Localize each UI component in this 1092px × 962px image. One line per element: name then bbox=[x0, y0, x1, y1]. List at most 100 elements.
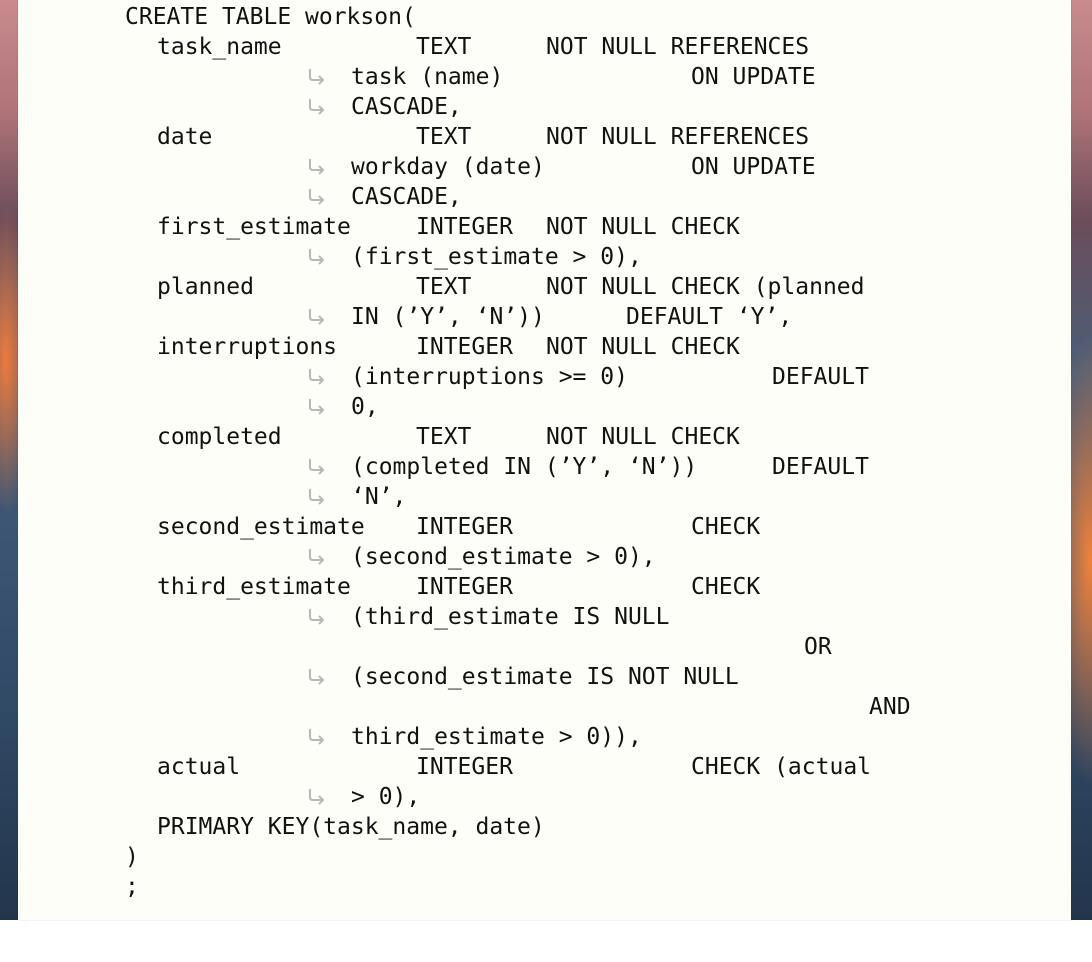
column-type: INTEGER bbox=[416, 754, 513, 780]
wrapped-text: (second_estimate > 0), bbox=[351, 544, 656, 570]
column-type: TEXT bbox=[416, 124, 472, 150]
line-wrap-icon bbox=[306, 396, 328, 418]
code-line: CREATE TABLE workson( bbox=[18, 2, 416, 32]
column-constraint: NOT NULL REFERENCES bbox=[546, 124, 810, 150]
code-line-wrapped: (first_estimate > 0), bbox=[18, 242, 642, 272]
column-name: first_estimate bbox=[157, 214, 351, 240]
closing-paren: ) bbox=[125, 844, 139, 870]
line-wrap-icon bbox=[306, 186, 328, 208]
code-line-wrapped: AND bbox=[18, 692, 911, 722]
column-constraint: NOT NULL CHECK bbox=[546, 424, 740, 450]
code-line-wrapped: CASCADE, bbox=[18, 182, 462, 212]
line-wrap-icon bbox=[306, 546, 328, 568]
code-line-wrapped: (completed IN (’Y’, ‘N’)) DEFAULT bbox=[18, 452, 869, 482]
column-name: second_estimate bbox=[157, 514, 365, 540]
line-wrap-icon bbox=[306, 366, 328, 388]
code-line-wrapped: (second_estimate IS NOT NULL bbox=[18, 662, 739, 692]
column-constraint: CHECK bbox=[691, 574, 761, 600]
line-wrap-icon bbox=[306, 786, 328, 808]
code-line: third_estimate INTEGER CHECK bbox=[18, 572, 760, 602]
primary-key-clause: PRIMARY KEY(task_name, date) bbox=[157, 814, 545, 840]
wrapped-text: DEFAULT bbox=[772, 454, 869, 480]
wrapped-text: IN (’Y’, ‘N’)) bbox=[351, 304, 545, 330]
line-wrap-icon bbox=[306, 96, 328, 118]
column-type: TEXT bbox=[416, 274, 472, 300]
column-name: third_estimate bbox=[157, 574, 351, 600]
code-line-wrapped: workday (date) ON UPDATE bbox=[18, 152, 816, 182]
column-constraint: NOT NULL CHECK bbox=[546, 214, 740, 240]
code-line-wrapped: > 0), bbox=[18, 782, 420, 812]
sql-code-block: CREATE TABLE workson( task_name TEXT NOT… bbox=[18, 0, 1071, 920]
wrapped-text: CASCADE, bbox=[351, 184, 462, 210]
code-line-wrapped: third_estimate > 0)), bbox=[18, 722, 642, 752]
wrapped-text: third_estimate > 0)), bbox=[351, 724, 642, 750]
line-wrap-icon bbox=[306, 456, 328, 478]
document-page: CREATE TABLE workson( task_name TEXT NOT… bbox=[18, 0, 1071, 920]
code-line: ) bbox=[18, 842, 139, 872]
column-name: completed bbox=[157, 424, 282, 450]
column-name: task_name bbox=[157, 34, 282, 60]
code-line: actual INTEGER CHECK (actual bbox=[18, 752, 871, 782]
column-type: TEXT bbox=[416, 34, 472, 60]
line-wrap-icon bbox=[306, 156, 328, 178]
code-line-wrapped: IN (’Y’, ‘N’)) DEFAULT ‘Y’, bbox=[18, 302, 792, 332]
code-line-wrapped: (interruptions >= 0) DEFAULT bbox=[18, 362, 869, 392]
column-name: planned bbox=[157, 274, 254, 300]
wrapped-text: > 0), bbox=[351, 784, 421, 810]
column-constraint: NOT NULL CHECK bbox=[546, 334, 740, 360]
column-name: actual bbox=[157, 754, 241, 780]
wrapped-text: DEFAULT bbox=[772, 364, 869, 390]
wrapped-text: workday (date) bbox=[351, 154, 545, 180]
wrapped-text: (completed IN (’Y’, ‘N’)) bbox=[351, 454, 698, 480]
line-wrap-icon bbox=[306, 486, 328, 508]
code-line: interruptions INTEGER NOT NULL CHECK bbox=[18, 332, 740, 362]
code-line-wrapped: OR bbox=[18, 632, 832, 662]
code-line: date TEXT NOT NULL REFERENCES bbox=[18, 122, 809, 152]
column-constraint: CHECK (actual bbox=[691, 754, 872, 780]
create-table-statement: CREATE TABLE workson( bbox=[125, 4, 416, 30]
column-constraint: CHECK bbox=[691, 514, 761, 540]
column-type: INTEGER bbox=[416, 214, 513, 240]
line-wrap-icon bbox=[306, 306, 328, 328]
code-line: first_estimate INTEGER NOT NULL CHECK bbox=[18, 212, 740, 242]
statement-terminator: ; bbox=[125, 874, 139, 900]
wrapped-text: OR bbox=[804, 634, 832, 660]
line-wrap-icon bbox=[306, 606, 328, 628]
code-line-wrapped: (third_estimate IS NULL bbox=[18, 602, 670, 632]
code-line: second_estimate INTEGER CHECK bbox=[18, 512, 760, 542]
wrapped-text: CASCADE, bbox=[351, 94, 462, 120]
wrapped-text: DEFAULT ‘Y’, bbox=[626, 304, 793, 330]
wrapped-text: (second_estimate IS NOT NULL bbox=[351, 664, 739, 690]
code-line-wrapped: task (name) ON UPDATE bbox=[18, 62, 816, 92]
code-line-wrapped: 0, bbox=[18, 392, 379, 422]
code-line-wrapped: ‘N’, bbox=[18, 482, 406, 512]
line-wrap-icon bbox=[306, 246, 328, 268]
column-constraint: NOT NULL REFERENCES bbox=[546, 34, 810, 60]
wrapped-text: task (name) bbox=[351, 64, 504, 90]
wrapped-text: ON UPDATE bbox=[691, 154, 816, 180]
code-line: planned TEXT NOT NULL CHECK (planned bbox=[18, 272, 865, 302]
wrapped-text: (third_estimate IS NULL bbox=[351, 604, 670, 630]
wrapped-text: AND bbox=[869, 694, 911, 720]
code-line: completed TEXT NOT NULL CHECK bbox=[18, 422, 740, 452]
line-wrap-icon bbox=[306, 666, 328, 688]
column-type: TEXT bbox=[416, 424, 472, 450]
line-wrap-icon bbox=[306, 726, 328, 748]
code-line-wrapped: (second_estimate > 0), bbox=[18, 542, 656, 572]
column-type: INTEGER bbox=[416, 574, 513, 600]
column-name: date bbox=[157, 124, 213, 150]
line-wrap-icon bbox=[306, 66, 328, 88]
code-line: PRIMARY KEY(task_name, date) bbox=[18, 812, 545, 842]
code-line: ; bbox=[18, 872, 139, 902]
wrapped-text: 0, bbox=[351, 394, 379, 420]
column-constraint: NOT NULL CHECK (planned bbox=[546, 274, 865, 300]
code-line: task_name TEXT NOT NULL REFERENCES bbox=[18, 32, 809, 62]
wrapped-text: ON UPDATE bbox=[691, 64, 816, 90]
column-type: INTEGER bbox=[416, 334, 513, 360]
wrapped-text: (first_estimate > 0), bbox=[351, 244, 642, 270]
wrapped-text: (interruptions >= 0) bbox=[351, 364, 628, 390]
wrapped-text: ‘N’, bbox=[351, 484, 407, 510]
column-type: INTEGER bbox=[416, 514, 513, 540]
code-line-wrapped: CASCADE, bbox=[18, 92, 462, 122]
column-name: interruptions bbox=[157, 334, 338, 360]
